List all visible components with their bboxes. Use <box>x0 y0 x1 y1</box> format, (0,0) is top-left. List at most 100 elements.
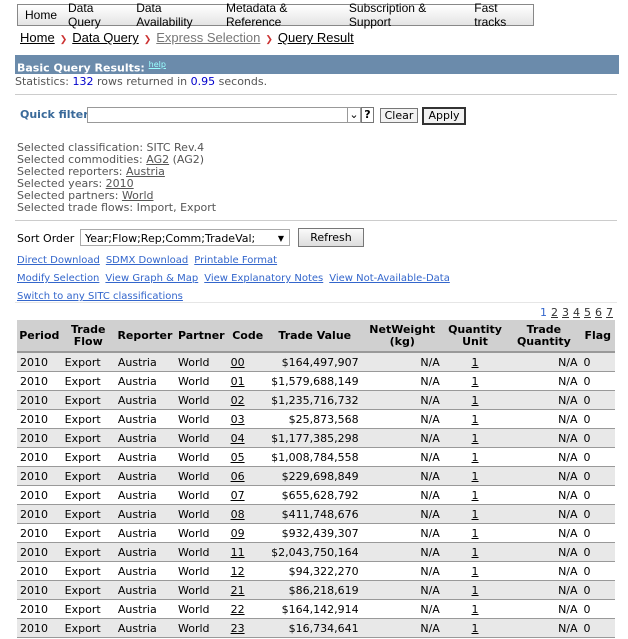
breadcrumb-express-selection[interactable]: Express Selection <box>156 30 260 45</box>
view-not-available-data-link[interactable]: View Not-Available-Data <box>329 273 450 284</box>
chevron-right-icon: ❯ <box>143 34 152 44</box>
cell-trade-quantity: N/A <box>507 561 581 581</box>
cell-netweight: N/A <box>361 371 443 391</box>
cell-trade-value: $16,734,641 <box>267 618 362 638</box>
code-link[interactable]: 07 <box>231 489 245 502</box>
direct-download-link[interactable]: Direct Download <box>17 255 100 266</box>
nav-metadata-reference[interactable]: Metadata & Reference <box>226 1 338 29</box>
nav-data-availability[interactable]: Data Availability <box>136 1 215 29</box>
cell-reporter: Austria <box>114 485 175 505</box>
cell-quantity-unit: 1 <box>442 523 508 543</box>
quantity-unit-link[interactable]: 1 <box>472 394 479 407</box>
cell-reporter: Austria <box>114 447 175 467</box>
code-link[interactable]: 06 <box>231 470 245 483</box>
page-7[interactable]: 7 <box>606 306 613 319</box>
table-header: Period Trade Flow Reporter Partner Code Trade… <box>17 320 615 353</box>
cell-quantity-unit: 1 <box>442 599 508 619</box>
code-link[interactable]: 04 <box>231 432 245 445</box>
help-link[interactable]: help <box>149 60 166 69</box>
code-link[interactable]: 01 <box>231 375 245 388</box>
view-explanatory-notes-link[interactable]: View Explanatory Notes <box>204 273 323 284</box>
page-6[interactable]: 6 <box>595 306 602 319</box>
cell-period: 2010 <box>17 428 62 448</box>
nav-home[interactable]: Home <box>25 8 57 22</box>
cell-code: 23 <box>227 618 268 638</box>
sort-order-select[interactable]: Year;Flow;Rep;Comm;TradeVal; ▼ <box>80 229 290 246</box>
cell-flag: 0 <box>580 466 615 486</box>
code-link[interactable]: 22 <box>231 603 245 616</box>
nav-data-query[interactable]: Data Query <box>68 1 125 29</box>
modify-selection-link[interactable]: Modify Selection <box>17 273 99 284</box>
code-link[interactable]: 11 <box>231 546 245 559</box>
page-5[interactable]: 5 <box>584 306 591 319</box>
apply-button[interactable]: Apply <box>422 107 466 125</box>
quantity-unit-link[interactable]: 1 <box>472 546 479 559</box>
cell-code: 21 <box>227 580 268 600</box>
quantity-unit-link[interactable]: 1 <box>472 508 479 521</box>
quantity-unit-link[interactable]: 1 <box>472 565 479 578</box>
cell-code: 12 <box>227 561 268 581</box>
cell-trade-quantity: N/A <box>507 523 581 543</box>
view-links: Modify Selection View Graph & Map View Exp… <box>17 271 456 284</box>
view-graph-map-link[interactable]: View Graph & Map <box>105 273 198 284</box>
quantity-unit-link[interactable]: 1 <box>472 470 479 483</box>
nav-subscription-support[interactable]: Subscription & Support <box>349 1 463 29</box>
code-link[interactable]: 21 <box>231 584 245 597</box>
breadcrumb-query-result[interactable]: Query Result <box>278 30 354 45</box>
page-1[interactable]: 1 <box>540 306 547 319</box>
cell-code: 04 <box>227 428 268 448</box>
code-link[interactable]: 00 <box>231 356 245 369</box>
quantity-unit-link[interactable]: 1 <box>472 603 479 616</box>
code-link[interactable]: 23 <box>231 622 245 635</box>
quantity-unit-link[interactable]: 1 <box>472 413 479 426</box>
switch-sitc-link[interactable]: Switch to any SITC classifications <box>17 291 183 302</box>
quick-filter-input[interactable] <box>87 107 361 123</box>
cell-period: 2010 <box>17 523 62 543</box>
cell-period: 2010 <box>17 485 62 505</box>
code-link[interactable]: 03 <box>231 413 245 426</box>
code-link[interactable]: 05 <box>231 451 245 464</box>
cell-trade-flow: Export <box>61 447 115 467</box>
quick-filter-help-button[interactable]: ? <box>361 107 374 123</box>
code-link[interactable]: 02 <box>231 394 245 407</box>
code-link[interactable]: 09 <box>231 527 245 540</box>
cell-quantity-unit: 1 <box>442 561 508 581</box>
cell-period: 2010 <box>17 561 62 581</box>
refresh-button[interactable]: Refresh <box>298 228 364 247</box>
query-time: 0.95 <box>190 75 216 88</box>
cell-netweight: N/A <box>361 580 443 600</box>
page-3[interactable]: 3 <box>562 306 569 319</box>
cell-reporter: Austria <box>114 466 175 486</box>
code-link[interactable]: 08 <box>231 508 245 521</box>
divider <box>15 302 617 303</box>
cell-reporter: Austria <box>114 523 175 543</box>
cell-netweight: N/A <box>361 599 443 619</box>
cell-period: 2010 <box>17 542 62 562</box>
cell-trade-flow: Export <box>61 409 115 429</box>
page-4[interactable]: 4 <box>573 306 580 319</box>
breadcrumb-home[interactable]: Home <box>20 30 55 45</box>
cell-flag: 0 <box>580 371 615 391</box>
quantity-unit-link[interactable]: 1 <box>472 584 479 597</box>
cell-trade-flow: Export <box>61 371 115 391</box>
nav-fast-tracks[interactable]: Fast tracks <box>474 1 529 29</box>
quantity-unit-link[interactable]: 1 <box>472 622 479 635</box>
cell-trade-flow: Export <box>61 561 115 581</box>
quantity-unit-link[interactable]: 1 <box>472 527 479 540</box>
printable-format-link[interactable]: Printable Format <box>194 255 277 266</box>
clear-button[interactable]: Clear <box>380 108 418 123</box>
table-row: 2010 Export Austria World 22 $164,142,914 N/A 1… <box>17 599 615 619</box>
code-link[interactable]: 12 <box>231 565 245 578</box>
quantity-unit-link[interactable]: 1 <box>472 356 479 369</box>
page-2[interactable]: 2 <box>551 306 558 319</box>
quantity-unit-link[interactable]: 1 <box>472 432 479 445</box>
sdmx-download-link[interactable]: SDMX Download <box>106 255 188 266</box>
breadcrumb-data-query[interactable]: Data Query <box>72 30 138 45</box>
main-nav: Home Data Query Data Availability Metada… <box>17 1 534 29</box>
chevron-down-icon[interactable]: ⌄ <box>347 107 361 123</box>
cell-reporter: Austria <box>114 428 175 448</box>
quantity-unit-link[interactable]: 1 <box>472 451 479 464</box>
quantity-unit-link[interactable]: 1 <box>472 489 479 502</box>
quantity-unit-link[interactable]: 1 <box>472 375 479 388</box>
table-row: 2010 Export Austria World 04 $1,177,385,298 N/… <box>17 428 615 448</box>
